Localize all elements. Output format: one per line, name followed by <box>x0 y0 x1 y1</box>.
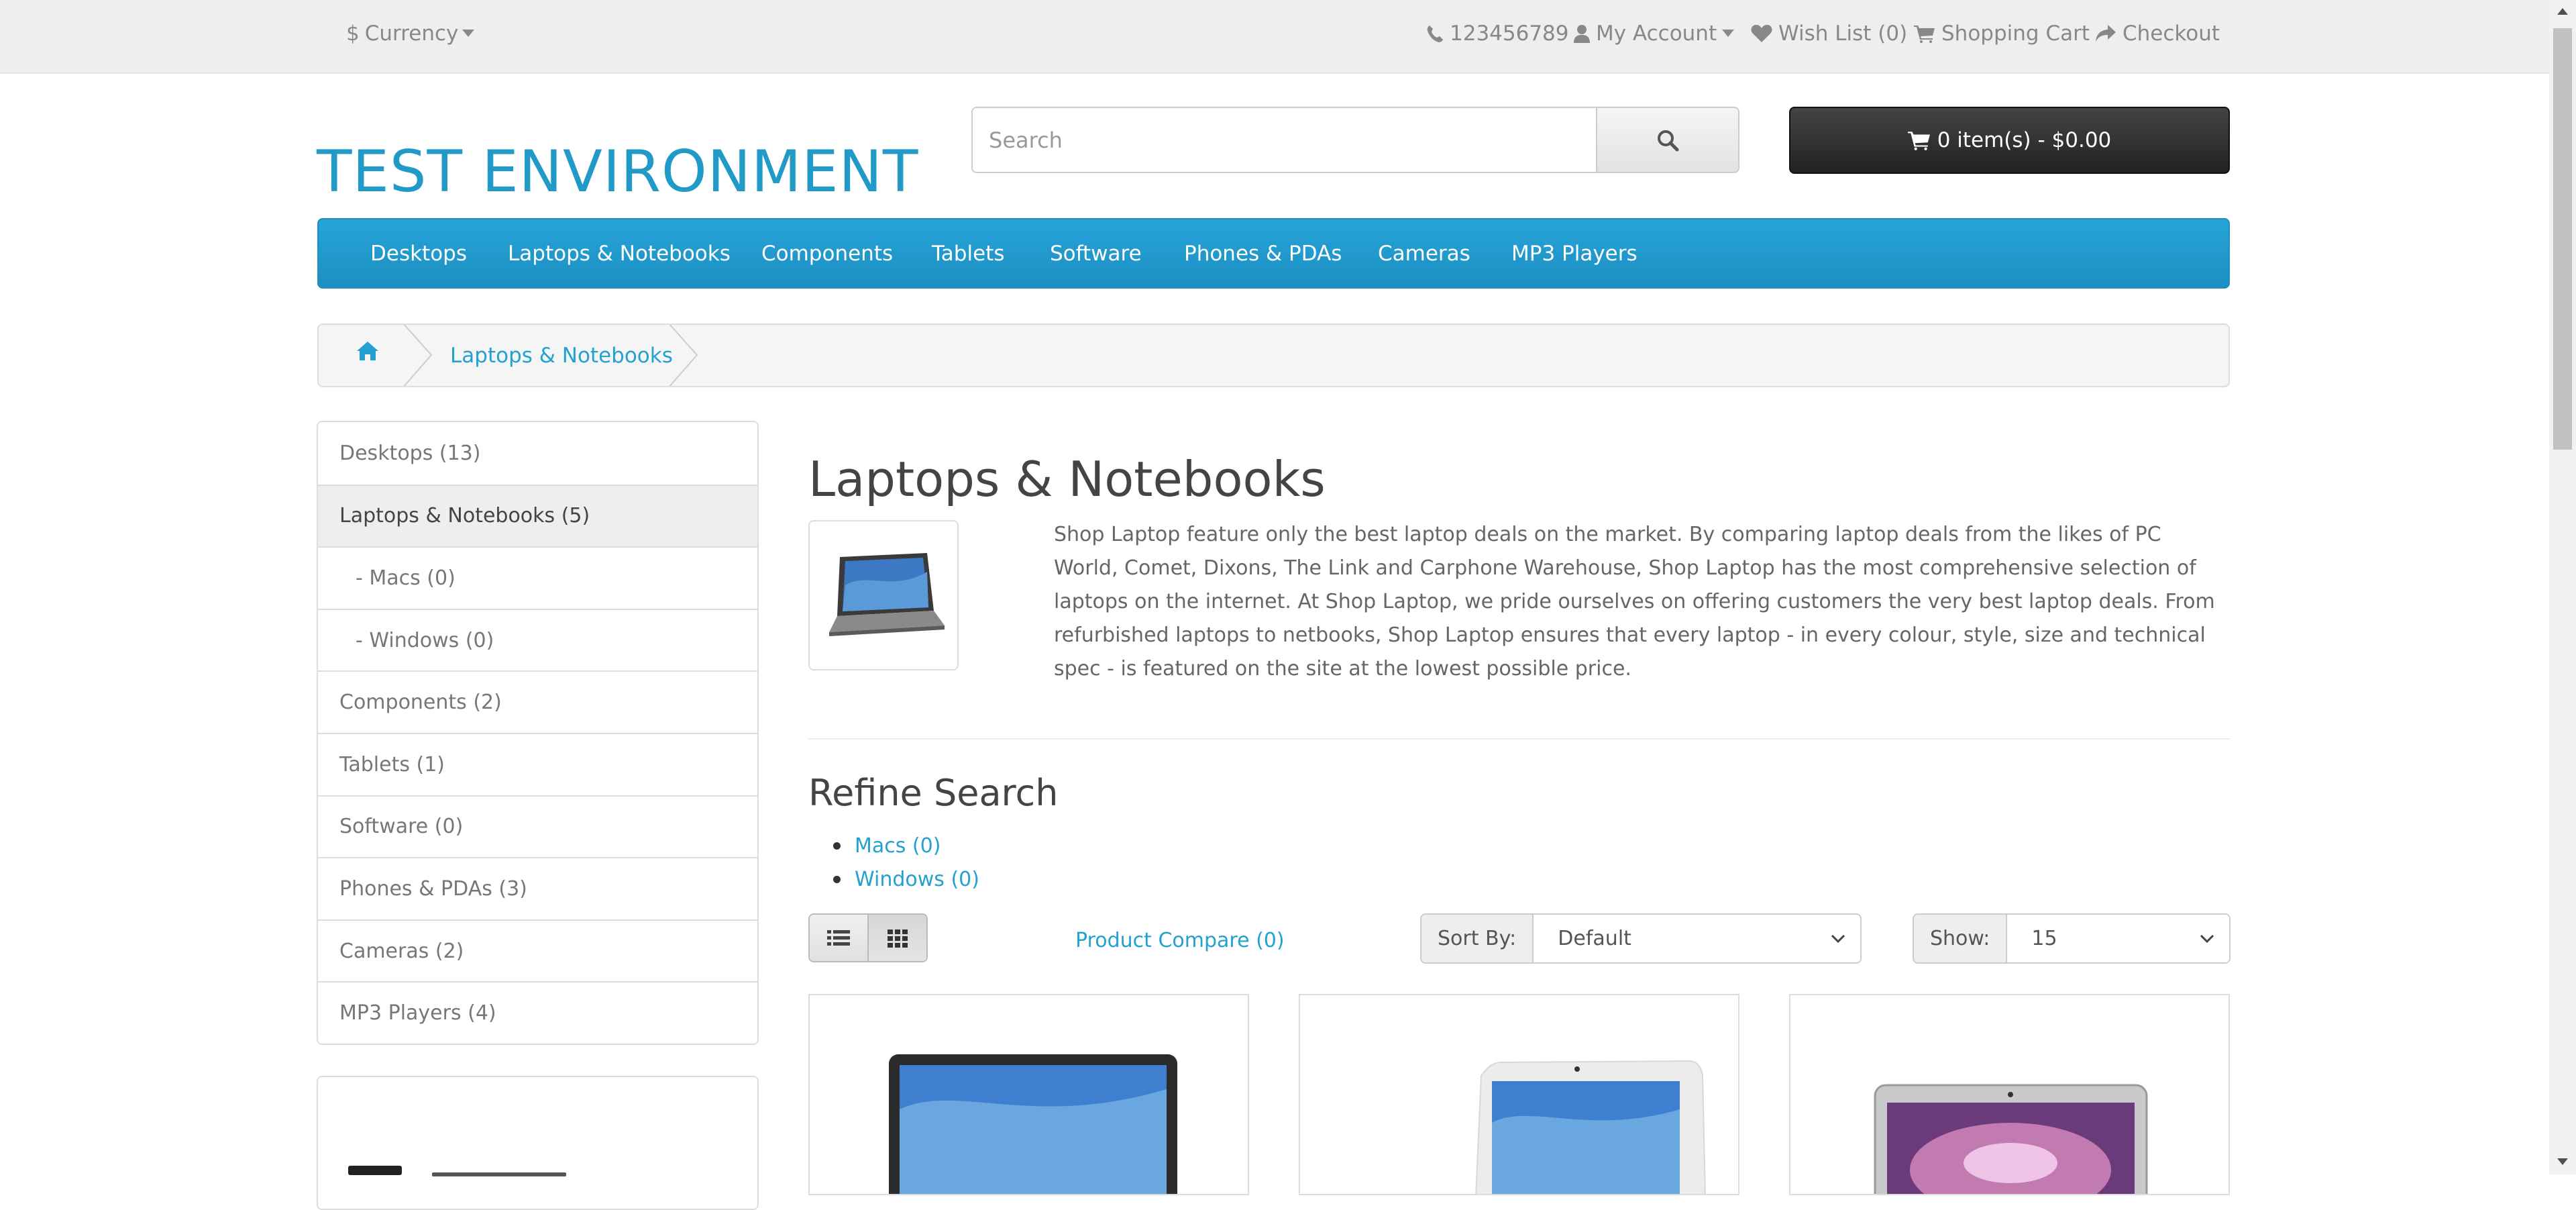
heart-icon <box>1751 25 1772 42</box>
scroll-up-arrow[interactable] <box>2557 8 2568 15</box>
sidebar-banner[interactable] <box>317 1076 759 1210</box>
category-tablets[interactable]: Tablets (1) <box>318 732 757 795</box>
laptop-image <box>829 553 945 636</box>
page-title: Laptops & Notebooks <box>808 451 1326 507</box>
menu-item-laptops-notebooks[interactable]: Laptops & Notebooks <box>508 219 731 287</box>
menu-item-components[interactable]: Components <box>761 219 893 287</box>
refine-link-windows[interactable]: Windows (0) <box>855 862 979 896</box>
my-account-label: My Account <box>1596 21 1717 46</box>
breadcrumb-separator <box>669 325 698 386</box>
sort-by-value: Default <box>1558 927 1631 950</box>
checkout-link[interactable]: Checkout <box>2095 0 2220 67</box>
chevron-down-icon <box>2200 934 2214 943</box>
sort-by-select[interactable]: Default <box>1534 915 1860 962</box>
product-card[interactable] <box>808 994 1249 1195</box>
banner-image <box>348 1166 566 1176</box>
product-image <box>1475 1060 1706 1194</box>
phone-number: 123456789 <box>1450 21 1569 46</box>
category-thumbnail[interactable] <box>808 520 959 670</box>
currency-label: Currency <box>364 21 459 46</box>
shopping-cart-label: Shopping Cart <box>1941 21 2090 46</box>
breadcrumb: Laptops & Notebooks <box>317 323 2230 387</box>
product-card[interactable] <box>1299 994 1739 1195</box>
scrollbar-thumb[interactable] <box>2553 28 2572 450</box>
shopping-cart-link[interactable]: Shopping Cart <box>1914 0 2090 67</box>
menu-item-software[interactable]: Software <box>1050 219 1142 287</box>
cart-total: 0 item(s) - $0.00 <box>1937 128 2112 152</box>
wish-list-link[interactable]: Wish List (0) <box>1751 0 1907 67</box>
product-compare-link[interactable]: Product Compare (0) <box>1075 921 1285 959</box>
menu-item-phones-pdas[interactable]: Phones & PDAs <box>1184 219 1342 287</box>
product-image <box>889 1054 1177 1194</box>
category-phones-pdas[interactable]: Phones & PDAs (3) <box>318 857 757 919</box>
refine-link-macs[interactable]: Macs (0) <box>855 829 979 862</box>
main-menu: Desktops Laptops & Notebooks Components … <box>317 218 2230 289</box>
category-macs[interactable]: - Macs (0) <box>318 546 757 609</box>
category-description: Shop Laptop feature only the best laptop… <box>1054 523 2215 680</box>
divider <box>808 738 2231 740</box>
search-button[interactable] <box>1596 108 1738 172</box>
wish-list-label: Wish List (0) <box>1778 21 1908 46</box>
checkout-label: Checkout <box>2123 21 2220 46</box>
currency-dropdown[interactable]: $ Currency <box>346 0 475 67</box>
search-input[interactable] <box>973 108 1596 172</box>
cart-button[interactable]: 0 item(s) - $0.00 <box>1789 107 2230 174</box>
show-label: Show: <box>1914 915 2008 962</box>
scroll-down-arrow[interactable] <box>2557 1158 2568 1165</box>
phone-link[interactable]: 123456789 <box>1426 0 1569 67</box>
my-account-dropdown[interactable]: My Account <box>1574 0 1735 67</box>
top-bar: $ Currency 123456789 My Account Wish Lis… <box>0 0 2549 74</box>
category-laptops-notebooks[interactable]: Laptops & Notebooks (5) <box>318 484 757 547</box>
category-cameras[interactable]: Cameras (2) <box>318 919 757 982</box>
category-mp3-players[interactable]: MP3 Players (4) <box>318 981 757 1044</box>
grid-view-button[interactable] <box>867 915 926 961</box>
store-logo[interactable]: TEST ENVIRONMENT <box>317 138 918 205</box>
user-icon <box>1574 25 1590 43</box>
show-limit-value: 15 <box>2031 927 2057 950</box>
menu-item-desktops[interactable]: Desktops <box>370 219 467 287</box>
refine-search-list: Macs (0) Windows (0) <box>855 829 979 896</box>
category-software[interactable]: Software (0) <box>318 795 757 858</box>
sort-by-group: Sort By: Default <box>1420 913 1862 964</box>
shopping-cart-icon <box>1907 132 1930 150</box>
page-scrollbar[interactable] <box>2549 0 2576 1174</box>
shopping-cart-icon <box>1914 26 1935 43</box>
caret-down-icon <box>462 30 475 37</box>
view-toggle <box>808 913 928 962</box>
grid-icon <box>888 929 908 948</box>
show-limit-select[interactable]: 15 <box>2007 915 2229 962</box>
share-arrow-icon <box>2096 25 2116 42</box>
phone-icon <box>1427 26 1443 42</box>
search-icon <box>1658 130 1679 151</box>
product-card[interactable] <box>1789 994 2230 1195</box>
list-icon <box>827 929 850 946</box>
chevron-down-icon <box>1831 934 1845 943</box>
category-components[interactable]: Components (2) <box>318 670 757 733</box>
search-bar <box>971 107 1739 173</box>
category-desktops[interactable]: Desktops (13) <box>318 422 757 485</box>
breadcrumb-current[interactable]: Laptops & Notebooks <box>450 325 673 386</box>
refine-search-title: Refine Search <box>808 772 1059 814</box>
menu-item-tablets[interactable]: Tablets <box>932 219 1004 287</box>
show-limit-group: Show: 15 <box>1913 913 2231 964</box>
menu-item-mp3-players[interactable]: MP3 Players <box>1511 219 1638 287</box>
home-icon <box>357 342 378 360</box>
sort-by-label: Sort By: <box>1421 915 1534 962</box>
caret-down-icon <box>1722 30 1735 37</box>
breadcrumb-home[interactable] <box>356 341 379 361</box>
menu-item-cameras[interactable]: Cameras <box>1378 219 1470 287</box>
list-view-button[interactable] <box>810 915 867 961</box>
category-windows[interactable]: - Windows (0) <box>318 608 757 671</box>
breadcrumb-separator <box>403 325 433 386</box>
dollar-icon: $ <box>346 21 360 46</box>
product-image <box>1874 1084 2148 1194</box>
category-list: Desktops (13) Laptops & Notebooks (5) - … <box>317 421 759 1045</box>
